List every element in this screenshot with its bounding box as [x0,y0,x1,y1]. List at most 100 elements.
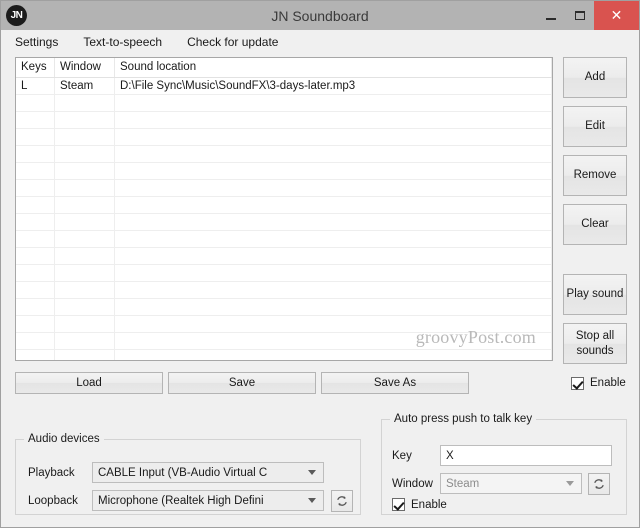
play-sound-button[interactable]: Play sound [563,274,627,315]
window-label: Window [392,478,433,490]
jn-logo-icon: JN [6,5,27,26]
table-row-empty[interactable] [16,163,552,180]
table-row-empty[interactable] [16,112,552,129]
cell-sound-location [115,265,552,281]
cell-window [55,333,115,349]
chevron-down-icon [566,481,574,486]
cell-keys [16,282,55,298]
refresh-window-list-button[interactable] [588,473,610,495]
cell-keys [16,112,55,128]
cell-window [55,163,115,179]
cell-keys [16,299,55,315]
cell-sound-location [115,248,552,264]
table-row-empty[interactable] [16,282,552,299]
chevron-down-icon [308,470,316,475]
table-row-empty[interactable] [16,265,552,282]
table-row-empty[interactable] [16,299,552,316]
menu-item-text-to-speech[interactable]: Text-to-speech [83,35,162,49]
maximize-button[interactable] [565,1,594,30]
push-to-talk-enable-label: Enable [411,499,447,511]
edit-button[interactable]: Edit [563,106,627,147]
app-window: JN JN Soundboard ✕ Settings Text-to-spee… [0,0,640,528]
loopback-device-select[interactable]: Microphone (Realtek High Defini [92,490,324,511]
cell-keys [16,265,55,281]
cell-keys [16,214,55,230]
minimize-button[interactable] [536,1,565,30]
key-label: Key [392,450,412,462]
cell-window [55,95,115,111]
cell-keys: L [16,78,55,94]
cell-keys [16,350,55,361]
table-row-empty[interactable] [16,180,552,197]
audio-devices-title: Audio devices [24,433,104,445]
table-row-empty[interactable] [16,333,552,350]
cell-keys [16,129,55,145]
column-header-sound-location[interactable]: Sound location [115,58,552,77]
cell-window [55,180,115,196]
cell-keys [16,180,55,196]
refresh-icon [592,477,606,491]
save-button[interactable]: Save [168,372,316,394]
window-controls: ✕ [536,1,639,30]
save-as-button[interactable]: Save As [321,372,469,394]
cell-sound-location [115,333,552,349]
table-row-empty[interactable] [16,248,552,265]
loopback-device-value: Microphone (Realtek High Defini [98,495,264,507]
cell-window [55,231,115,247]
playback-device-select[interactable]: CABLE Input (VB-Audio Virtual C [92,462,324,483]
table-row-empty[interactable] [16,231,552,248]
menu-item-check-for-update[interactable]: Check for update [187,35,278,49]
cell-sound-location [115,197,552,213]
playback-device-value: CABLE Input (VB-Audio Virtual C [98,467,267,479]
enable-checkbox[interactable]: Enable [571,372,626,394]
column-header-window[interactable]: Window [55,58,115,77]
cell-sound-location [115,163,552,179]
enable-checkbox-label: Enable [590,377,626,389]
cell-window [55,214,115,230]
cell-sound-location [115,112,552,128]
table-row-empty[interactable] [16,129,552,146]
sound-list[interactable]: Keys Window Sound location L Steam D:\Fi… [15,57,553,361]
refresh-icon [335,494,349,508]
close-button[interactable]: ✕ [594,1,639,30]
cell-sound-location [115,129,552,145]
title-bar: JN JN Soundboard ✕ [1,1,639,30]
list-header-row: Keys Window Sound location [16,58,552,78]
cell-window [55,265,115,281]
table-row-empty[interactable] [16,146,552,163]
cell-sound-location: D:\File Sync\Music\SoundFX\3-days-later.… [115,78,552,94]
load-button[interactable]: Load [15,372,163,394]
table-row-empty[interactable] [16,214,552,231]
refresh-audio-devices-button[interactable] [331,490,353,512]
cell-window [55,112,115,128]
cell-keys [16,231,55,247]
minimize-icon [546,18,556,20]
clear-button[interactable]: Clear [563,204,627,245]
table-row-empty[interactable] [16,316,552,333]
key-input[interactable]: X [440,445,612,466]
cell-keys [16,146,55,162]
audio-devices-group: Audio devices Playback CABLE Input (VB-A… [15,439,361,515]
table-row-empty[interactable] [16,197,552,214]
target-window-select[interactable]: Steam [440,473,582,494]
table-row[interactable]: L Steam D:\File Sync\Music\SoundFX\3-day… [16,78,552,95]
add-button[interactable]: Add [563,57,627,98]
cell-window [55,316,115,332]
cell-sound-location [115,95,552,111]
chevron-down-icon [308,498,316,503]
cell-sound-location [115,282,552,298]
main-content: Keys Window Sound location L Steam D:\Fi… [1,54,639,528]
stop-all-sounds-button[interactable]: Stop all sounds [563,323,627,364]
menu-item-settings[interactable]: Settings [15,35,58,49]
remove-button[interactable]: Remove [563,155,627,196]
table-row-empty[interactable] [16,95,552,112]
cell-keys [16,197,55,213]
table-row-empty[interactable] [16,350,552,361]
cell-window [55,282,115,298]
cell-keys [16,163,55,179]
push-to-talk-enable-checkbox[interactable]: Enable [392,498,447,511]
cell-window [55,129,115,145]
checkbox-check-icon [392,498,405,511]
cell-window [55,197,115,213]
column-header-keys[interactable]: Keys [16,58,55,77]
